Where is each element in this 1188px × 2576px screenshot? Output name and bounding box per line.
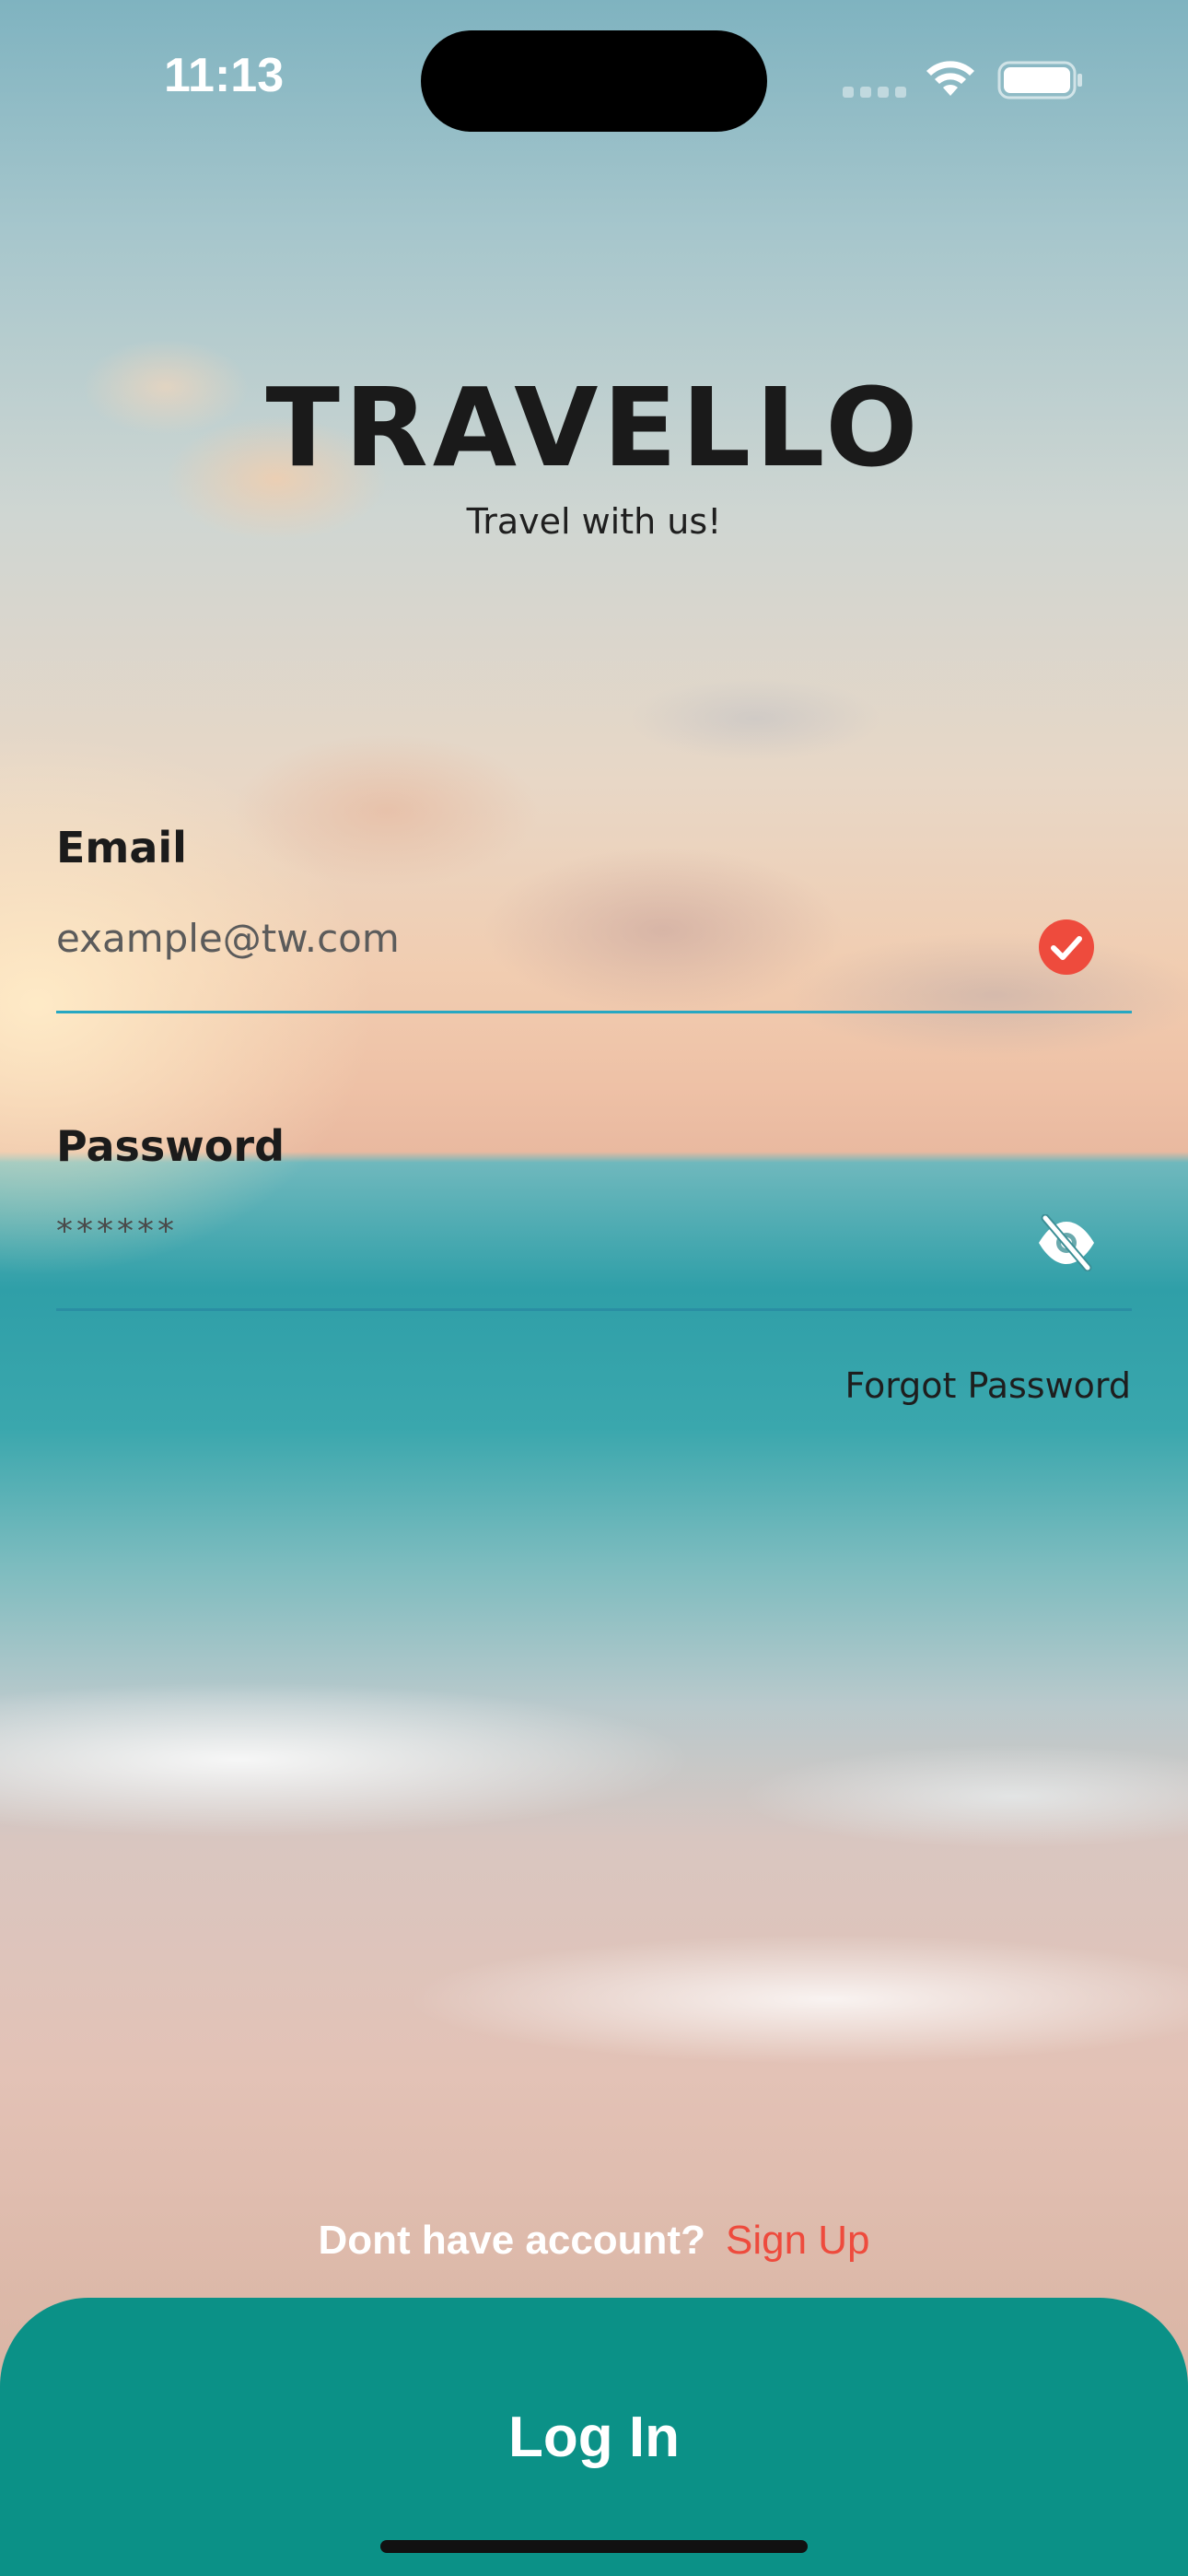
password-label: Password [56,1121,285,1171]
cellular-signal-icon [843,87,906,98]
login-button-label: Log In [508,2406,680,2469]
login-screen: 11:13 TRAVELLO Travel with us! Email Pas… [0,0,1188,2576]
password-underline [56,1308,1132,1311]
signup-prompt: Dont have account? [318,2218,705,2263]
email-underline [56,1011,1132,1013]
email-label: Email [56,823,187,872]
home-indicator [380,2540,808,2553]
check-circle-icon [1039,919,1094,975]
wifi-icon [926,61,974,96]
wave-foam-overlay [0,1566,1188,2119]
app-subtitle: Travel with us! [466,501,722,542]
status-bar: 11:13 [0,0,1188,157]
password-field[interactable] [56,1194,1078,1268]
battery-icon [997,61,1082,100]
eye-slash-icon[interactable] [1034,1214,1099,1271]
forgot-password-link[interactable]: Forgot Password [844,1365,1131,1406]
status-time: 11:13 [164,49,285,102]
app-title: TRAVELLO [265,364,923,491]
dynamic-island [421,30,767,132]
email-field[interactable] [56,901,1078,975]
signup-row: Dont have account? Sign Up [0,2218,1188,2264]
sign-up-link[interactable]: Sign Up [726,2218,870,2263]
